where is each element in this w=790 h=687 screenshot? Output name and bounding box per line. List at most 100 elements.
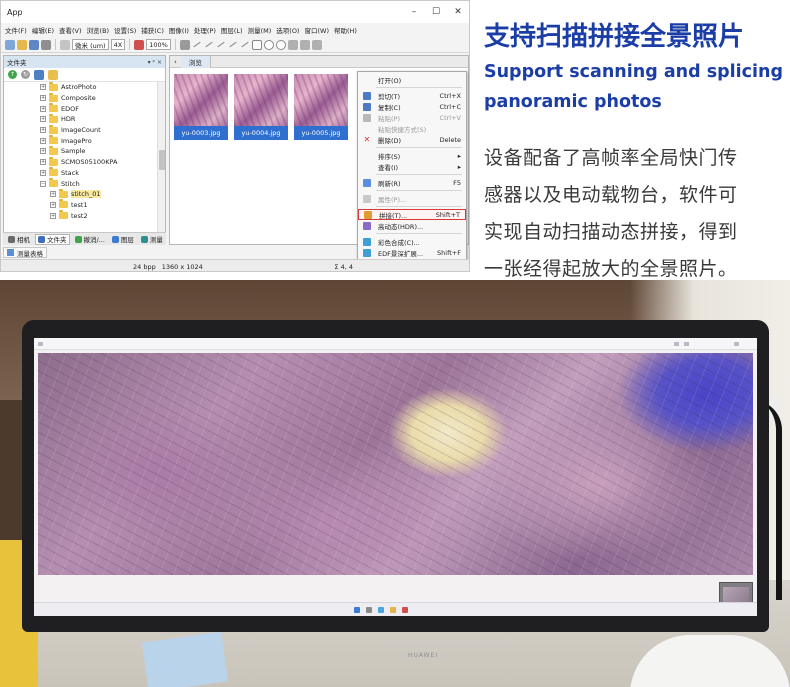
expand-icon[interactable]: + [40, 159, 46, 166]
open-folder-icon[interactable] [17, 39, 27, 50]
expand-icon[interactable]: + [40, 169, 46, 176]
menu-item-color-composite[interactable]: 彩色合成(C)... [358, 236, 466, 247]
menu-item-delete[interactable]: ✕ 删除(D) Delete [358, 134, 466, 145]
os-taskbar [34, 602, 757, 616]
menu-item-paste-shortcut[interactable]: 粘贴快捷方式(S) [358, 123, 466, 134]
menu-window[interactable]: 窗口(W) [304, 25, 329, 35]
tab-undo[interactable]: 撤消/... [73, 234, 107, 245]
menu-item-properties[interactable]: 属性(P)... [358, 193, 466, 204]
collapse-icon[interactable]: − [40, 180, 46, 187]
tab-folder[interactable]: 文件夹 [35, 233, 70, 245]
menu-item-refresh[interactable]: 刷新(R) F5 [358, 177, 466, 188]
menu-options[interactable]: 选项(O) [276, 25, 299, 35]
minimize-icon[interactable]: – [403, 1, 425, 23]
expand-icon[interactable]: + [50, 212, 56, 219]
expand-icon[interactable]: + [40, 84, 46, 91]
zoom-select[interactable]: 100% [146, 39, 171, 50]
menu-item-edf[interactable]: EDF景深扩展... Shift+F [358, 247, 466, 258]
tree-item[interactable]: + ImagePro [40, 135, 165, 146]
line-tool-icon[interactable] [205, 41, 213, 48]
tree-item[interactable]: + AstroPhoto [40, 82, 165, 93]
copy-icon [363, 102, 371, 111]
expand-icon[interactable]: + [40, 105, 46, 112]
tree-item[interactable]: + Composite [40, 92, 165, 104]
tree-item[interactable]: + EDOF [40, 103, 165, 114]
menu-settings[interactable]: 设置(S) [114, 25, 136, 35]
thumbnail-card[interactable]: yu-0005.jpg [294, 74, 348, 142]
menu-item-hdr[interactable]: 高动态(HDR)... [358, 220, 466, 231]
menu-item-paste[interactable]: 粘贴(P) Ctrl+V [358, 112, 466, 123]
parallel-tool-icon[interactable] [229, 41, 237, 48]
circle-tool-icon[interactable] [263, 39, 274, 50]
tree-item[interactable]: + Stack [40, 167, 165, 179]
menu-measure[interactable]: 测量(M) [248, 25, 272, 35]
tab-label: 撤消/... [83, 236, 105, 244]
pointer-icon[interactable] [179, 39, 190, 50]
measure-table-tab[interactable]: 测量表格 [3, 247, 47, 258]
polygon-tool-icon[interactable] [287, 39, 298, 50]
new-icon[interactable] [5, 39, 15, 50]
ellipse-tool-icon[interactable] [275, 39, 286, 50]
tree-item[interactable]: + HDR [40, 113, 165, 125]
back-chevron-icon[interactable]: ‹ [170, 58, 181, 66]
menu-capture[interactable]: 捕获(C) [141, 25, 164, 35]
refresh-icon[interactable]: ↻ [21, 70, 30, 79]
tree-scrollbar[interactable] [157, 82, 165, 232]
unit-select[interactable]: 微米 (um) [72, 39, 109, 50]
tree-item[interactable]: + test1 [40, 199, 165, 211]
menu-help[interactable]: 帮助(H) [334, 25, 357, 35]
objective-select[interactable]: 4X [110, 39, 126, 50]
zoom-icon[interactable] [134, 39, 145, 50]
tree-item[interactable]: + ImageCount [40, 124, 165, 136]
menu-layer[interactable]: 图层(L) [221, 25, 243, 35]
folder-icon[interactable] [48, 69, 58, 80]
tree-item[interactable]: + SCMOS05100KPA [40, 156, 165, 168]
ruler-icon[interactable] [60, 39, 70, 50]
menu-item-copy[interactable]: 复制(C) Ctrl+C [358, 101, 466, 112]
menu-item-cut[interactable]: 剪切(T) Ctrl+X [358, 90, 466, 101]
promo-desc-line: 设备配备了高帧率全局快门传 [484, 147, 738, 169]
expand-icon[interactable]: + [50, 201, 56, 208]
rectangle-tool-icon[interactable] [251, 39, 262, 50]
menu-file[interactable]: 文件(F) [5, 25, 27, 35]
tree-item[interactable]: + Sample [40, 145, 165, 157]
tab-measure[interactable]: 测量 [139, 234, 165, 245]
polyline-tool-icon[interactable] [217, 41, 225, 48]
menu-item-view[interactable]: 查看(I) ▸ [358, 161, 466, 172]
menu-item-sort[interactable]: 排序(S) ▸ [358, 150, 466, 161]
maximize-icon[interactable]: ☐ [425, 1, 447, 23]
scrollbar-thumb[interactable] [159, 150, 165, 170]
menu-edit[interactable]: 编辑(E) [32, 25, 54, 35]
thumbnail-card[interactable]: yu-0004.jpg [234, 74, 288, 142]
tree-item[interactable]: − Stitch [40, 178, 165, 189]
expand-icon[interactable]: + [40, 148, 46, 155]
expand-icon[interactable]: + [40, 127, 46, 134]
close-icon[interactable]: ✕ [447, 1, 469, 23]
expand-icon[interactable]: + [40, 116, 46, 123]
expand-icon[interactable]: + [50, 191, 56, 198]
save-icon[interactable] [29, 39, 39, 50]
print-icon[interactable] [41, 39, 51, 50]
menu-view[interactable]: 查看(V) [59, 25, 82, 35]
view-mode-icon[interactable] [34, 69, 44, 80]
expand-icon[interactable]: + [40, 137, 46, 144]
menu-item-stitch[interactable]: 拼接(T)... Shift+T [358, 209, 466, 220]
menu-image[interactable]: 图像(I) [169, 25, 189, 35]
angle-tool-icon[interactable] [193, 41, 201, 48]
arrow-tool-icon[interactable] [241, 41, 249, 48]
menu-browse[interactable]: 浏览(B) [87, 25, 110, 35]
tab-browse[interactable]: 浏览 [180, 56, 211, 68]
menu-process[interactable]: 处理(P) [194, 25, 216, 35]
go-up-icon[interactable]: ↑ [8, 70, 17, 79]
tab-camera[interactable]: 相机 [6, 234, 32, 245]
tree-item[interactable]: + stitch_01 [40, 188, 165, 200]
settings-icon[interactable] [311, 39, 322, 50]
thumbnail-card[interactable]: yu-0003.jpg [174, 74, 228, 142]
expand-icon[interactable]: + [40, 95, 46, 102]
menu-divider [376, 206, 462, 207]
panel-controls-icon[interactable]: ▾ ᵖ × [148, 59, 165, 66]
menu-item-open[interactable]: 打开(O) [358, 74, 466, 85]
tree-item[interactable]: + test2 [40, 210, 165, 221]
text-tool-icon[interactable] [299, 39, 310, 50]
tab-layer[interactable]: 图层 [110, 234, 136, 245]
